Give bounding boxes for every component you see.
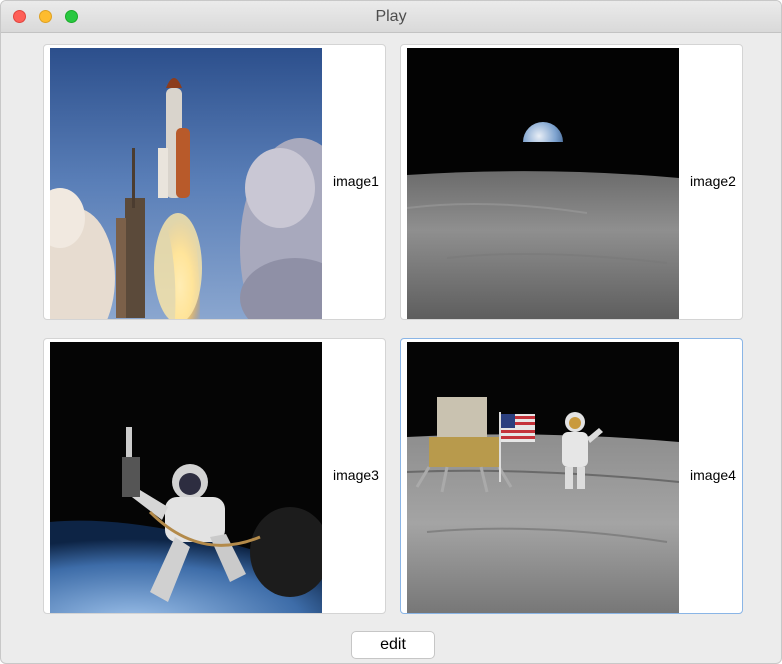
earthrise-image [407, 48, 679, 319]
image-label-4: image4 [690, 467, 736, 483]
image-card-1[interactable]: image1 [43, 44, 386, 320]
edit-button[interactable]: edit [351, 631, 435, 659]
image-label-1: image1 [333, 173, 379, 189]
image-card-4[interactable]: image4 [400, 338, 743, 614]
image-label-3: image3 [333, 467, 379, 483]
image-card-2[interactable]: image2 [400, 44, 743, 320]
shuttle-launch-image [50, 48, 322, 319]
window-title: Play [375, 8, 407, 25]
image-label-2: image2 [690, 173, 736, 189]
play-window: Play image1 image2 image3 image4 edit [0, 0, 782, 664]
title-bar: Play [1, 1, 781, 33]
spacewalk-image [50, 342, 322, 613]
moon-flag-image [407, 342, 679, 613]
image-card-3[interactable]: image3 [43, 338, 386, 614]
